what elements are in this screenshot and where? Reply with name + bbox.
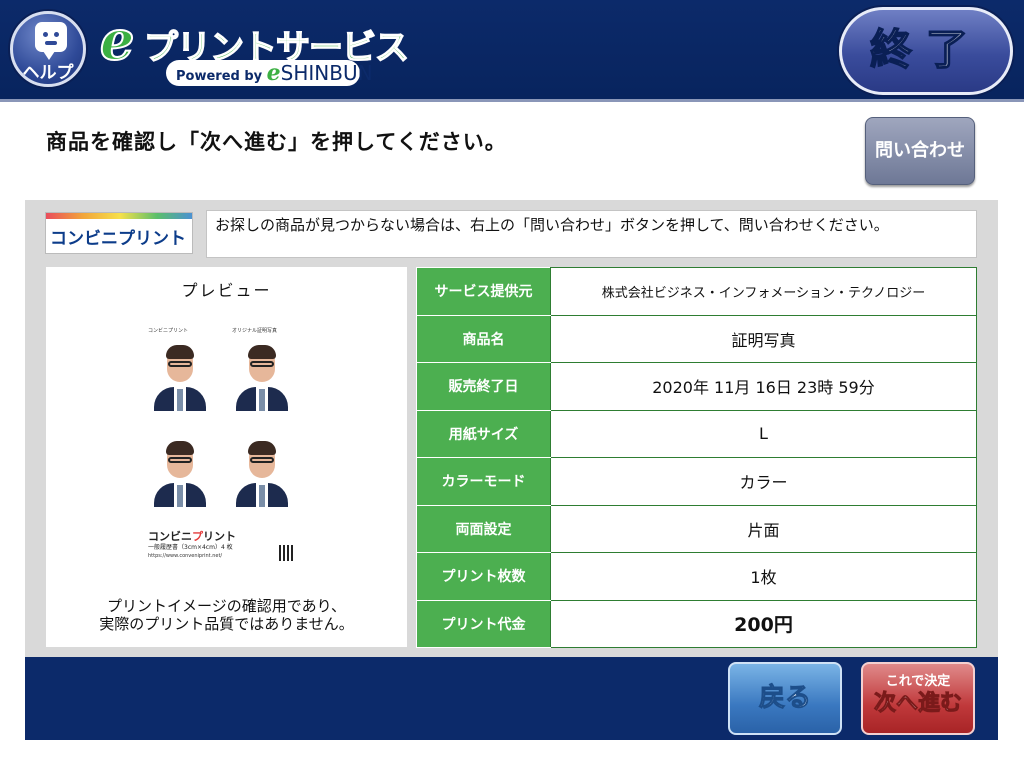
id-photo (232, 435, 292, 507)
page-instruction: 商品を確認し「次へ進む」を押してください。 (46, 130, 507, 154)
id-photo (150, 435, 210, 507)
product-detail-table: サービス提供元 株式会社ビジネス・インフォメーション・テクノロジー 商品名 証明写真… (416, 267, 977, 648)
detail-label: カラーモード (416, 457, 551, 506)
table-row: 商品名 証明写真 (416, 314, 977, 363)
table-row: カラーモード カラー (416, 457, 977, 506)
next-button-subtext: これで決定 (885, 674, 951, 689)
qr-code-icon (279, 545, 295, 561)
footer-bar (25, 657, 998, 740)
detail-value: L (550, 409, 977, 458)
help-button[interactable]: ヘルプ (10, 11, 86, 87)
detail-label: 両面設定 (416, 504, 551, 553)
detail-value: 200円 (550, 599, 977, 648)
next-button-label: 次へ進む (873, 691, 962, 717)
detail-value: 片面 (550, 504, 977, 553)
id-photo (232, 339, 292, 411)
eprint-service-logo: e プリントサービス Powered by eSHINBUN (99, 8, 410, 86)
detail-label: プリント枚数 (416, 552, 551, 601)
sheet-url: https://www.conveniprint.net/ (148, 553, 223, 559)
detail-value: 1枚 (550, 552, 977, 601)
next-button[interactable]: これで決定 次へ進む (861, 662, 975, 735)
help-label: ヘルプ (22, 63, 74, 83)
table-row: 用紙サイズ L (416, 409, 977, 458)
detail-label: プリント代金 (416, 599, 551, 648)
inquiry-button[interactable]: 問い合わせ (865, 117, 975, 185)
preview-image: コンビニプリント オリジナル証明写真 コンビニプリント 一般履歴書（3cm×4c… (146, 325, 306, 565)
help-speech-bubble-icon (35, 22, 67, 60)
back-button[interactable]: 戻る (728, 662, 842, 735)
preview-title: プレビュー (181, 281, 272, 300)
not-found-notice: お探しの商品が見つからない場合は、右上の「問い合わせ」ボタンを押して、問い合わせ… (206, 210, 977, 258)
detail-value: カラー (550, 457, 977, 506)
end-button[interactable]: 終了 (839, 7, 1013, 95)
product-confirm-panel: コンビニプリント お探しの商品が見つからない場合は、右上の「問い合わせ」ボタンを… (25, 200, 998, 657)
detail-label: サービス提供元 (416, 267, 551, 316)
table-row: プリント枚数 1枚 (416, 552, 977, 601)
sheet-subtitle: 一般履歴書（3cm×4cm）4 枚 (148, 544, 233, 551)
detail-label: 用紙サイズ (416, 409, 551, 458)
table-row: 両面設定 片面 (416, 504, 977, 553)
table-row: 販売終了日 2020年 11月 16日 23時 59分 (416, 362, 977, 411)
detail-value: 2020年 11月 16日 23時 59分 (550, 362, 977, 411)
table-row: サービス提供元 株式会社ビジネス・インフォメーション・テクノロジー (416, 267, 977, 316)
table-row: プリント代金 200円 (416, 599, 977, 648)
conveni-print-logo: コンビニプリント (45, 212, 193, 254)
detail-value: 証明写真 (550, 314, 977, 363)
detail-label: 商品名 (416, 314, 551, 363)
id-photo (150, 339, 210, 411)
preview-panel: プレビュー コンビニプリント オリジナル証明写真 コンビニプリント 一般履歴書（… (46, 267, 407, 647)
detail-value: 株式会社ビジネス・インフォメーション・テクノロジー (550, 267, 977, 316)
detail-label: 販売終了日 (416, 362, 551, 411)
header-bar: ヘルプ e プリントサービス Powered by eSHINBUN 終了 (0, 0, 1024, 102)
preview-note: プリントイメージの確認用であり、 実際のプリント品質ではありません。 (99, 597, 354, 633)
